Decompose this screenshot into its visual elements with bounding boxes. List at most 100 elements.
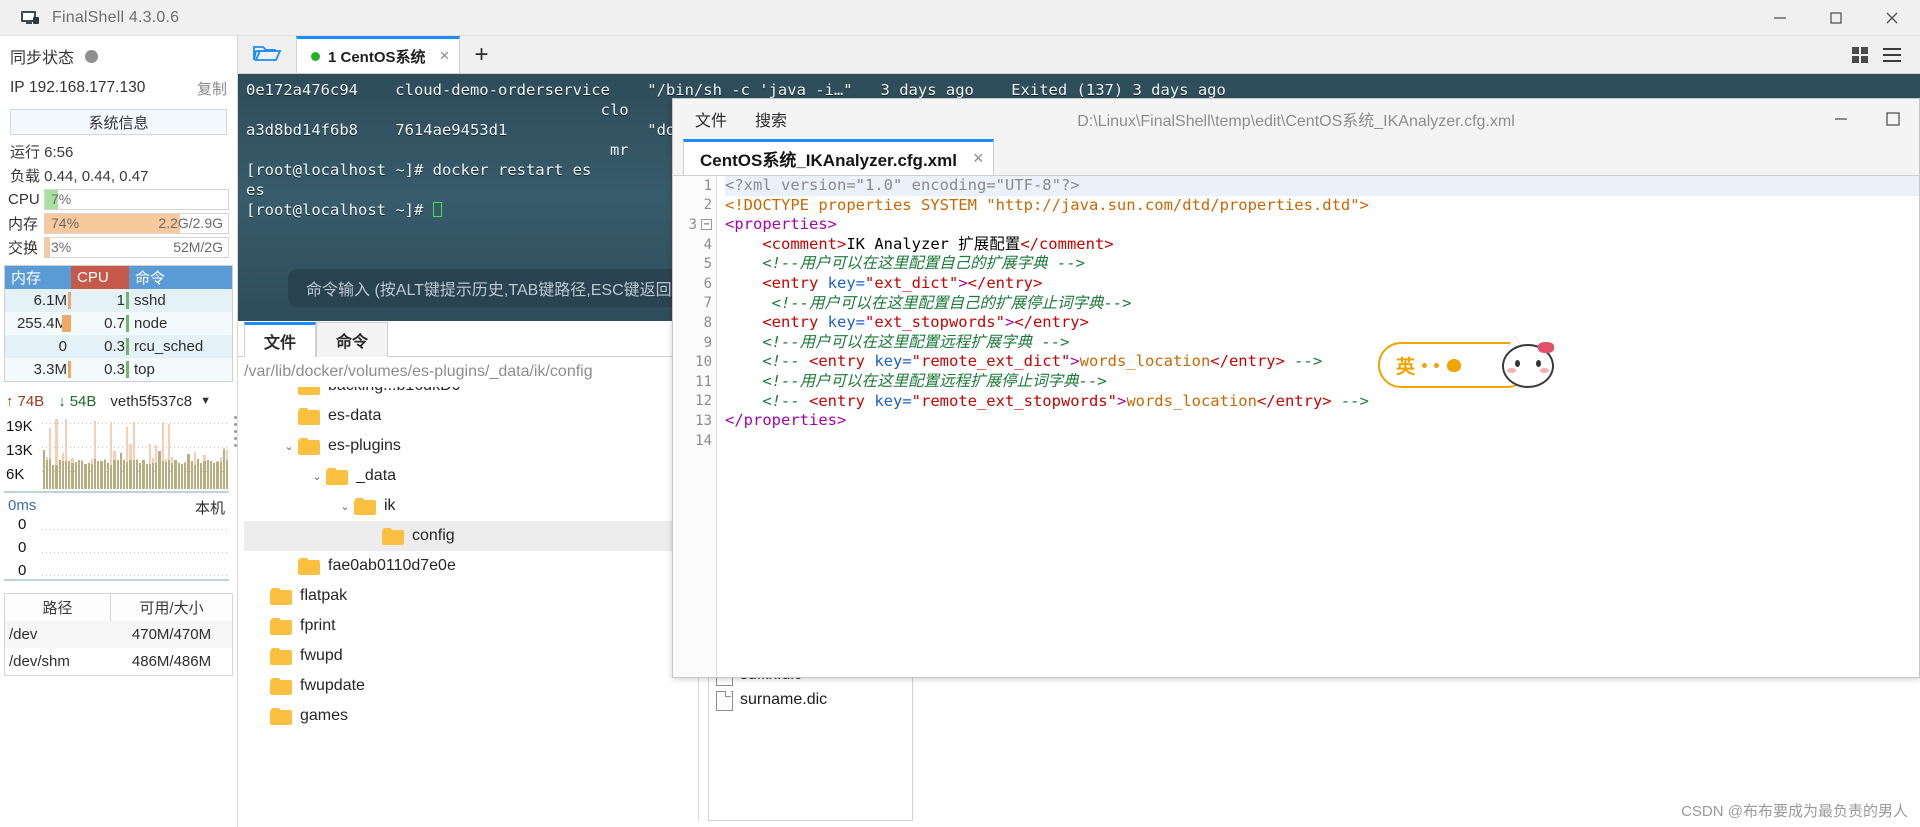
process-table: 内存 CPU 命令 6.1M 1 sshd 255.4M 0.7 node 0 0.3 rcu_… bbox=[4, 265, 233, 382]
line-number: 10 bbox=[695, 354, 712, 371]
tab-commands[interactable]: 命令 bbox=[316, 322, 388, 357]
editor-code-area[interactable]: <?xml version="1.0" encoding="UTF-8"?> <!… bbox=[717, 176, 1919, 677]
minimize-icon[interactable] bbox=[1752, 0, 1808, 36]
minimize-icon[interactable] bbox=[1815, 99, 1867, 139]
process-row[interactable]: 255.4M 0.7 node bbox=[5, 312, 232, 335]
process-mem: 6.1M bbox=[5, 289, 71, 312]
process-header-cpu[interactable]: CPU bbox=[71, 266, 129, 289]
tree-node[interactable]: fwupdate bbox=[244, 671, 698, 701]
latency-y-label-1: 0 bbox=[18, 539, 27, 556]
code-token: --> bbox=[1284, 352, 1323, 371]
new-tab-button[interactable]: + bbox=[460, 36, 502, 73]
maximize-icon[interactable] bbox=[1867, 99, 1919, 139]
system-info-button[interactable]: 系统信息 bbox=[10, 109, 227, 135]
code-token: </comment> bbox=[1020, 234, 1114, 253]
chevron-down-icon[interactable]: ⌄ bbox=[336, 500, 354, 513]
process-row[interactable]: 3.3M 0.3 top bbox=[5, 358, 232, 381]
tab-files[interactable]: 文件 bbox=[244, 322, 316, 357]
directory-tree[interactable]: backing...b16dkD0 es-data ⌄ es-plugins ⌄ _dat… bbox=[244, 387, 699, 821]
tree-node[interactable]: games bbox=[244, 701, 698, 731]
copy-ip-link[interactable]: 复制 bbox=[197, 78, 227, 99]
line-number: 3− bbox=[673, 215, 716, 235]
folder-icon bbox=[270, 678, 292, 695]
chevron-down-icon[interactable]: ▼ bbox=[200, 395, 211, 407]
window-titlebar: FinalShell 4.3.0.6 bbox=[0, 0, 1920, 36]
menu-search[interactable]: 搜索 bbox=[755, 107, 787, 131]
code-token: </properties> bbox=[725, 411, 847, 430]
file-name: surname.dic bbox=[740, 690, 828, 708]
ip-label: IP bbox=[10, 79, 25, 96]
folder-icon bbox=[270, 588, 292, 605]
folder-icon bbox=[298, 438, 320, 455]
hamburger-menu-icon[interactable] bbox=[1876, 36, 1908, 74]
code-line: <comment>IK Analyzer 扩展配置</comment> bbox=[725, 235, 1919, 255]
tree-node-label: es-plugins bbox=[328, 437, 401, 454]
code-fold-icon[interactable]: − bbox=[701, 219, 712, 231]
tree-node[interactable]: flatpak bbox=[244, 581, 698, 611]
tree-node[interactable]: fwupd bbox=[244, 641, 698, 671]
download-value: 54B bbox=[69, 392, 97, 410]
tree-node[interactable]: fprint bbox=[244, 611, 698, 641]
open-folder-icon[interactable] bbox=[238, 35, 296, 73]
latency-y-label-2: 0 bbox=[18, 562, 27, 579]
tree-node[interactable]: fae0ab0110d7e0e bbox=[244, 551, 698, 581]
line-number: 12 bbox=[695, 393, 712, 410]
tree-node[interactable]: backing...b16dkD0 bbox=[244, 387, 698, 401]
sync-status-indicator-icon bbox=[85, 49, 99, 63]
folder-icon bbox=[354, 498, 376, 515]
mascot-dot-icon bbox=[1422, 362, 1428, 368]
process-row[interactable]: 0 0.3 rcu_sched bbox=[5, 335, 232, 358]
gauge-amount: 52M/2G bbox=[173, 239, 223, 255]
sync-status-row: 同步状态 bbox=[0, 39, 237, 73]
editor-line-number-gutter: 1 2 3−4 5 6 7 8 9 10 11 12 13 14 bbox=[673, 176, 717, 677]
disk-row[interactable]: /dev/shm 486M/486M bbox=[5, 648, 232, 675]
code-token: </entry> bbox=[1014, 313, 1089, 332]
mascot-dot-icon bbox=[1434, 362, 1440, 368]
current-path-breadcrumb[interactable]: /var/lib/docker/volumes/es-plugins/_data… bbox=[244, 359, 593, 385]
chevron-down-icon[interactable]: ⌄ bbox=[280, 440, 298, 453]
terminal-cursor bbox=[432, 202, 442, 217]
code-token: "remote_ext_stopwords" bbox=[911, 391, 1117, 410]
code-line: <!-- <entry key="remote_ext_dict">words_… bbox=[725, 352, 1919, 372]
gauge-percent: 7% bbox=[51, 191, 72, 207]
code-line: <!--用户可以在这里配置远程扩展字典 --> bbox=[725, 333, 1919, 353]
gauge-bar: 3% 52M/2G bbox=[44, 237, 229, 258]
ip-value: 192.168.177.130 bbox=[28, 79, 146, 96]
close-icon[interactable]: × bbox=[973, 148, 984, 169]
session-tab-centos[interactable]: 1 CentOS系统 × bbox=[296, 36, 461, 73]
maximize-icon[interactable] bbox=[1808, 0, 1864, 36]
code-token: <!-- bbox=[762, 391, 809, 410]
chevron-down-icon[interactable]: ⌄ bbox=[308, 470, 326, 483]
process-header-cmd[interactable]: 命令 bbox=[129, 266, 232, 289]
editor-titlebar: 文件 搜索 D:\Linux\FinalShell\temp\edit\Cent… bbox=[673, 99, 1919, 139]
file-list-item[interactable]: surname.dic bbox=[709, 688, 912, 713]
tree-node[interactable]: ⌄ ik bbox=[244, 491, 698, 521]
session-tabstrip: 1 CentOS系统 × + bbox=[238, 36, 1920, 74]
tree-node-label: backing...b16dkD0 bbox=[328, 387, 461, 395]
disk-header-size[interactable]: 可用/大小 bbox=[111, 594, 232, 621]
code-token: </entry> bbox=[1210, 352, 1285, 371]
process-cmd: top bbox=[134, 361, 155, 378]
disk-row[interactable]: /dev 470M/470M bbox=[5, 621, 232, 648]
tree-node[interactable]: ⌄ es-plugins bbox=[244, 431, 698, 461]
process-row[interactable]: 6.1M 1 sshd bbox=[5, 289, 232, 312]
network-chart-y-axis: 19K 13K 6K bbox=[6, 415, 40, 487]
code-line: <entry key="ext_dict"></entry> bbox=[725, 274, 1919, 294]
grid-view-icon[interactable] bbox=[1844, 36, 1876, 74]
tree-node-label: ik bbox=[384, 497, 396, 514]
tree-node[interactable]: config bbox=[244, 521, 698, 551]
menu-file[interactable]: 文件 bbox=[695, 107, 727, 131]
code-token: <!--用户可以在这里配置远程扩展字典 --> bbox=[762, 332, 1070, 351]
close-icon[interactable] bbox=[1864, 0, 1920, 36]
disk-header-path[interactable]: 路径 bbox=[5, 594, 111, 621]
tree-node[interactable]: es-data bbox=[244, 401, 698, 431]
editor-tab-ikanalyzer[interactable]: CentOS系统_IKAnalyzer.cfg.xml × bbox=[683, 139, 995, 175]
tree-node[interactable]: ⌄ _data bbox=[244, 461, 698, 491]
connection-status-icon bbox=[311, 51, 320, 61]
code-token: > bbox=[1070, 352, 1080, 371]
close-icon[interactable]: × bbox=[440, 46, 450, 66]
process-header-mem[interactable]: 内存 bbox=[5, 266, 71, 289]
